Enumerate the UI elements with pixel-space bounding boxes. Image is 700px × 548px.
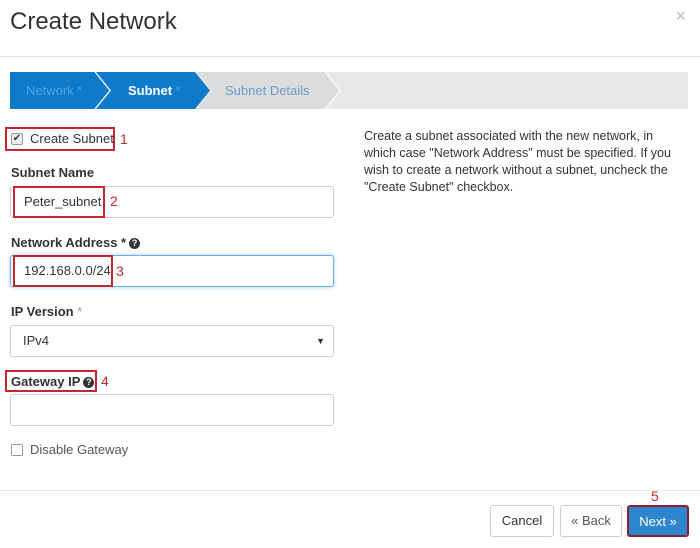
- close-icon[interactable]: ×: [675, 6, 686, 27]
- modal-title: Create Network: [10, 8, 177, 35]
- annotation-number: 5: [651, 488, 659, 504]
- step-label: Network: [26, 83, 74, 98]
- help-text: Create a subnet associated with the new …: [364, 129, 671, 194]
- annotation-number: 2: [110, 193, 118, 209]
- subnet-name-value: Peter_subnet: [13, 186, 105, 218]
- create-subnet-label: Create Subnet: [30, 131, 114, 146]
- tab-network[interactable]: Network *: [26, 72, 82, 109]
- annotation-number: 1: [120, 131, 128, 147]
- help-icon[interactable]: ?: [129, 238, 141, 249]
- ip-version-label: IP Version *: [11, 304, 82, 319]
- required-marker: *: [73, 304, 83, 319]
- network-address-value: 192.168.0.0/24: [13, 255, 113, 287]
- label-text: Gateway IP: [11, 374, 81, 389]
- selected-value: IPv4: [23, 333, 50, 348]
- create-subnet-checkbox[interactable]: ✔: [11, 133, 23, 145]
- cancel-button[interactable]: Cancel: [490, 505, 554, 537]
- required-marker: *: [117, 235, 127, 250]
- divider: [0, 490, 700, 491]
- wizard-steps: Network * Subnet * Subnet Details: [10, 72, 688, 109]
- disable-gateway-checkbox[interactable]: [11, 444, 23, 456]
- next-button[interactable]: Next »: [627, 505, 689, 537]
- annotation-number: 4: [101, 373, 109, 389]
- tab-subnet-details[interactable]: Subnet Details: [225, 72, 310, 109]
- subnet-name-label: Subnet Name: [11, 165, 95, 180]
- required-marker: *: [172, 83, 181, 98]
- back-button[interactable]: « Back: [560, 505, 622, 537]
- annotation-number: 3: [116, 263, 124, 279]
- network-address-label: Network Address *?: [11, 235, 141, 250]
- ip-version-select[interactable]: IPv4 ▼: [10, 325, 334, 357]
- disable-gateway-label: Disable Gateway: [30, 442, 129, 457]
- help-icon[interactable]: ?: [83, 377, 95, 388]
- step-label: Subnet: [128, 83, 173, 98]
- caret-down-icon: ▼: [316, 336, 325, 346]
- label-text: IP Version: [11, 304, 74, 319]
- required-marker: *: [73, 83, 83, 98]
- gateway-ip-label: Gateway IP?: [11, 374, 95, 389]
- label-text: Network Address: [11, 235, 118, 250]
- divider: [0, 56, 700, 57]
- gateway-ip-input[interactable]: [10, 394, 334, 426]
- tab-subnet[interactable]: Subnet *: [128, 72, 181, 109]
